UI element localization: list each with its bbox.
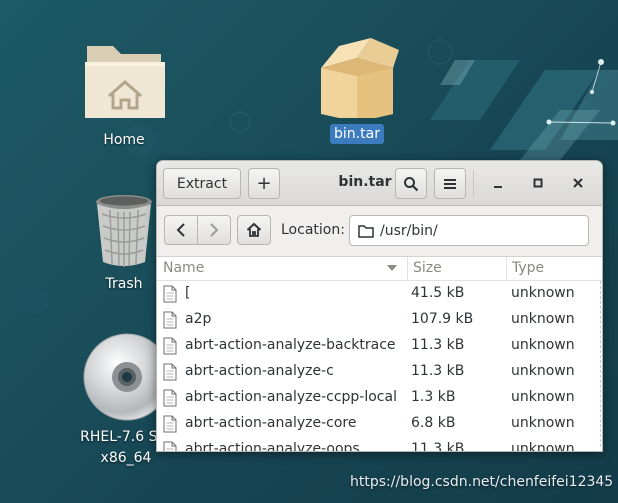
search-icon	[404, 176, 419, 191]
add-files-button[interactable]: +	[248, 168, 280, 199]
extract-button[interactable]: Extract	[163, 168, 241, 199]
column-header-name[interactable]: Name	[163, 257, 403, 280]
file-size: 41.5 kB	[411, 285, 465, 301]
header-separator	[473, 170, 474, 197]
location-bar: Location: /usr/bin/	[157, 206, 602, 257]
maximize-icon	[533, 178, 543, 188]
file-name: a2p	[185, 311, 212, 327]
scrollbar[interactable]	[598, 281, 601, 447]
file-icon	[163, 415, 177, 437]
forward-button[interactable]	[197, 215, 231, 245]
desktop-icon-label: bin.tar	[330, 124, 384, 144]
column-header-size[interactable]: Size	[407, 257, 508, 280]
desktop-icon-label: Trash	[105, 276, 143, 292]
file-type: unknown	[511, 337, 575, 353]
file-list: Name Size Type [41.5 kB unknown a2p 107.9 k…	[157, 257, 602, 451]
file-icon	[163, 441, 177, 451]
file-name: abrt-action-analyze-core	[185, 415, 357, 431]
desktop-icon-home[interactable]: Home	[76, 34, 172, 150]
file-type: unknown	[511, 441, 575, 451]
file-row[interactable]: abrt-action-analyze-core 6.8 kB unknown	[157, 411, 602, 437]
location-field[interactable]: /usr/bin/	[349, 215, 589, 246]
sort-descending-icon	[387, 265, 397, 271]
file-rows: [41.5 kB unknown a2p 107.9 kB unknown abrt-ac…	[157, 281, 602, 451]
file-type: unknown	[511, 311, 575, 327]
file-icon	[163, 337, 177, 359]
file-row[interactable]: [41.5 kB unknown	[157, 281, 602, 307]
file-name: abrt-action-analyze-c	[185, 363, 334, 379]
column-header-type[interactable]: Type	[506, 257, 602, 280]
location-label: Location:	[281, 222, 345, 238]
desktop-icon-bin-tar[interactable]: bin.tar	[309, 28, 405, 144]
hamburger-menu-icon	[444, 178, 456, 189]
desktop-icon-label: Home	[103, 132, 145, 148]
back-button[interactable]	[164, 215, 198, 245]
file-name: abrt-action-analyze-oops	[185, 441, 360, 451]
file-icon	[163, 285, 177, 307]
file-icon	[163, 311, 177, 333]
file-name: abrt-action-analyze-backtrace	[185, 337, 396, 353]
file-size: 11.3 kB	[411, 441, 465, 451]
file-name: abrt-action-analyze-ccpp-local	[185, 389, 397, 405]
column-headers: Name Size Type	[157, 257, 602, 281]
home-button[interactable]	[237, 215, 271, 245]
file-icon	[163, 363, 177, 385]
maximize-button[interactable]	[525, 171, 551, 195]
file-type: unknown	[511, 285, 575, 301]
chevron-left-icon	[176, 223, 185, 237]
header-bar: Extract + bin.tar	[157, 161, 602, 206]
minimize-button[interactable]	[485, 171, 511, 195]
minimize-icon	[494, 186, 502, 188]
file-size: 11.3 kB	[411, 363, 465, 379]
archive-box-icon	[321, 38, 399, 122]
file-size: 1.3 kB	[411, 389, 456, 405]
home-icon	[246, 222, 262, 237]
file-row[interactable]: abrt-action-analyze-oops 11.3 kB unknown	[157, 437, 602, 451]
folder-icon	[358, 224, 374, 238]
home-folder-icon	[85, 46, 165, 118]
file-size: 107.9 kB	[411, 311, 474, 327]
desktop: Home bin.tar Trash RHEL-7.6 Ser x86_64 E…	[0, 0, 618, 503]
watermark: https://blog.csdn.net/chenfeifei12345	[350, 474, 614, 490]
location-value: /usr/bin/	[380, 222, 438, 239]
close-button[interactable]	[565, 171, 591, 195]
file-row[interactable]: a2p 107.9 kB unknown	[157, 307, 602, 333]
file-type: unknown	[511, 363, 575, 379]
file-size: 6.8 kB	[411, 415, 456, 431]
file-name: [	[185, 285, 191, 301]
close-icon	[573, 178, 583, 188]
file-row[interactable]: abrt-action-analyze-ccpp-local 1.3 kB unkn…	[157, 385, 602, 411]
file-row[interactable]: abrt-action-analyze-c 11.3 kB unknown	[157, 359, 602, 385]
file-row[interactable]: abrt-action-analyze-backtrace 11.3 kB unkn…	[157, 333, 602, 359]
file-icon	[163, 389, 177, 411]
file-type: unknown	[511, 415, 575, 431]
search-button[interactable]	[395, 168, 427, 199]
file-size: 11.3 kB	[411, 337, 465, 353]
file-type: unknown	[511, 389, 575, 405]
chevron-right-icon	[210, 223, 219, 237]
archive-manager-window: Extract + bin.tar Location: /usr/bin/ Na…	[156, 160, 603, 452]
menu-button[interactable]	[434, 168, 466, 199]
trash-can-icon	[96, 195, 152, 267]
